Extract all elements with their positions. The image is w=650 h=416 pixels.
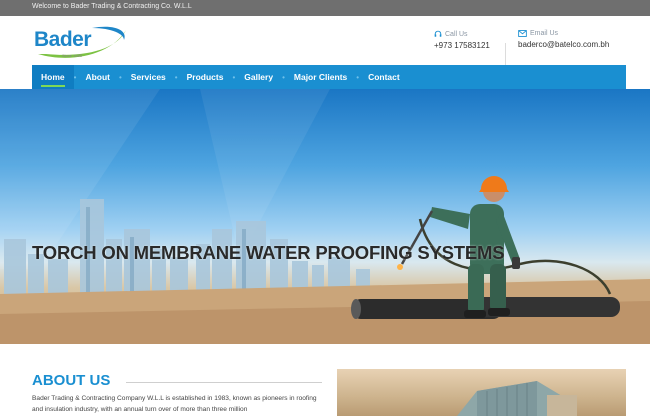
welcome-text: Welcome to Bader Trading & Contracting C…	[32, 3, 192, 10]
about-section: ABOUT US Bader Trading & Contracting Com…	[0, 344, 650, 416]
nav-about[interactable]: About	[76, 65, 119, 89]
phone-number[interactable]: +973 17583121	[434, 41, 490, 50]
hero-banner: TORCH ON MEMBRANE WATER PROOFING SYSTEMS	[0, 89, 650, 344]
call-us-block: Call Us +973 17583121	[434, 30, 490, 51]
nav-services[interactable]: Services	[122, 65, 175, 89]
nav-contact[interactable]: Contact	[359, 65, 409, 89]
company-logo[interactable]: Bader Since 1983	[32, 24, 132, 60]
envelope-icon	[518, 30, 527, 37]
logo-text: Bader	[34, 28, 92, 51]
nav-gallery[interactable]: Gallery	[235, 65, 282, 89]
email-address[interactable]: baderco@batelco.com.bh	[518, 40, 609, 49]
nav-major-clients[interactable]: Major Clients	[285, 65, 356, 89]
about-building-image	[337, 369, 626, 416]
nav-home[interactable]: Home	[32, 65, 74, 89]
site-header: Bader Since 1983 Call Us +973 17583121 E…	[0, 16, 650, 71]
main-nav: Home • About • Services • Products • Gal…	[32, 65, 626, 89]
hero-caption: TORCH ON MEMBRANE WATER PROOFING SYSTEMS	[32, 242, 505, 263]
hero-scene-image	[0, 89, 650, 344]
about-heading-rule	[126, 382, 322, 383]
headset-icon	[434, 30, 442, 37]
welcome-bar: Welcome to Bader Trading & Contracting C…	[0, 0, 650, 16]
call-us-label: Call Us	[445, 30, 468, 38]
email-us-block: Email Us baderco@batelco.com.bh	[518, 30, 609, 49]
email-us-label: Email Us	[530, 30, 559, 37]
building-picture	[457, 381, 577, 416]
nav-products[interactable]: Products	[178, 65, 233, 89]
logo-tagline: Since 1983	[62, 53, 83, 58]
about-paragraph: Bader Trading & Contracting Company W.L.…	[32, 395, 317, 413]
about-heading: ABOUT US	[32, 372, 111, 389]
